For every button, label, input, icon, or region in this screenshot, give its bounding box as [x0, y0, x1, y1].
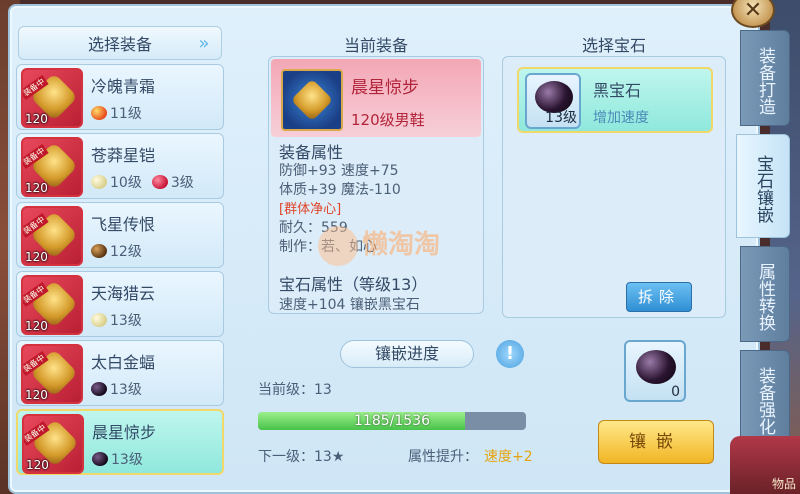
boots-icon	[281, 69, 343, 131]
equip-gems: 13级	[91, 379, 142, 399]
equip-icon: 装备中 120	[21, 68, 83, 128]
gem-name: 黑宝石	[593, 81, 642, 100]
inventory-label[interactable]: 物品	[772, 475, 796, 492]
attr-line: 体质+39 魔法-110	[279, 182, 401, 198]
current-equip-type: 120级男鞋	[351, 111, 425, 129]
black-gem-icon	[92, 452, 108, 466]
next-level: 下一级：13★	[258, 449, 345, 465]
equip-name: 苍莽星铠	[91, 146, 156, 165]
equip-name: 冷魄青霜	[91, 77, 156, 96]
brown-gem-icon	[91, 244, 107, 258]
owned-gem-count: 0	[671, 384, 680, 400]
equip-name: 晨星惊步	[92, 423, 157, 442]
progress-text: 1185/1536	[354, 413, 430, 429]
gem-level: 13级	[111, 452, 143, 468]
equip-icon: 装备中 120	[21, 137, 83, 197]
tab-forge[interactable]: 装备打造	[740, 30, 790, 126]
current-equip-title: 当前装备	[343, 36, 408, 55]
equip-list-item[interactable]: 装备中 120 天海猎云 13级	[16, 271, 224, 337]
black-gem-icon	[91, 382, 107, 396]
double-arrow-icon[interactable]: »	[193, 33, 215, 55]
gem-level: 13级	[545, 110, 577, 126]
select-gem-title: 选择宝石	[581, 36, 646, 55]
gem-list-item[interactable]: 13级 黑宝石 增加速度	[517, 67, 713, 133]
equip-level: 120	[25, 250, 48, 264]
black-gem-icon	[636, 350, 676, 384]
maker: 制作：若、如心	[279, 239, 377, 255]
equip-list-header-label: 选择装备	[87, 35, 152, 54]
gem-list-panel: 13级 黑宝石 增加速度	[502, 56, 726, 318]
current-equip-card: 晨星惊步 120级男鞋 装备属性 防御+93 速度+75 体质+39 魔法-11…	[268, 56, 484, 314]
equip-level: 120	[25, 181, 48, 195]
equip-name: 太白金蝠	[91, 353, 156, 372]
inlay-progress-label: 镶嵌进度	[340, 340, 474, 368]
inlay-progress-bar: 1185/1536	[258, 412, 526, 430]
tab-gem-inlay[interactable]: 宝石镶嵌	[736, 134, 790, 238]
tab-attr-convert[interactable]: 属性转换	[740, 246, 790, 342]
corner-decoration: 物品	[730, 436, 800, 494]
attr-increase-value: 速度+2	[484, 449, 533, 465]
durability: 耐久：559	[279, 220, 348, 236]
equip-icon: 装备中 120	[22, 414, 84, 474]
gem-level: 13级	[110, 313, 142, 329]
fire-gem-icon	[91, 106, 107, 120]
pearl-gem-icon	[91, 175, 107, 189]
info-icon[interactable]: !	[496, 340, 524, 368]
equip-list-item[interactable]: 装备中 120 太白金蝠 13级	[16, 340, 224, 406]
equip-name: 飞星传恨	[91, 215, 156, 234]
close-icon: ✕	[743, 0, 763, 23]
equip-level: 120	[26, 458, 49, 472]
equip-icon: 装备中 120	[21, 206, 83, 266]
owned-gem-slot[interactable]: 0	[624, 340, 686, 402]
equip-level: 120	[25, 319, 48, 333]
gem-level: 13级	[110, 382, 142, 398]
gem-level: 10级	[110, 175, 142, 191]
gem-desc: 增加速度	[593, 110, 649, 126]
gem-attributes: 宝石属性（等级13） 速度+104 镶嵌黑宝石	[279, 275, 479, 313]
equip-list-header[interactable]: 选择装备 »	[18, 26, 222, 60]
current-equip-name: 晨星惊步	[351, 78, 419, 98]
equip-level: 120	[25, 388, 48, 402]
pearl-gem-icon	[91, 313, 107, 327]
equip-gems: 13级	[92, 449, 143, 469]
equip-list-item[interactable]: 装备中 120 冷魄青霜 11级	[16, 64, 224, 130]
equip-level: 120	[25, 112, 48, 126]
gem-attr-header: 宝石属性（等级13）	[279, 275, 428, 294]
equip-attributes: 装备属性 防御+93 速度+75 体质+39 魔法-110 [群体净心] 耐久：…	[279, 143, 479, 257]
gem-level: 11级	[110, 106, 142, 122]
gem-level: 3级	[170, 175, 194, 191]
gem-level: 12级	[110, 244, 142, 260]
equip-list-item[interactable]: 装备中 120 飞星传恨 12级	[16, 202, 224, 268]
attr-header: 装备属性	[279, 143, 344, 162]
equip-gems: 11级	[91, 103, 142, 123]
equip-icon: 装备中 120	[21, 344, 83, 404]
remove-button[interactable]: 拆除	[626, 282, 692, 312]
attr-increase: 属性提升： 速度+2	[408, 446, 533, 466]
current-level: 当前级：13	[258, 382, 332, 398]
gem-attr-line: 速度+104 镶嵌黑宝石	[279, 297, 420, 313]
attr-line: 防御+93 速度+75	[279, 163, 399, 179]
equip-gems: 12级	[91, 241, 142, 261]
current-equip-header: 晨星惊步 120级男鞋	[271, 59, 481, 137]
equip-list-item[interactable]: 装备中 120 苍莽星铠 10级 3级	[16, 133, 224, 199]
equip-gems: 13级	[91, 310, 142, 330]
special-skill: [群体净心]	[279, 202, 342, 217]
equip-list-item-selected[interactable]: 装备中 120 晨星惊步 13级	[16, 409, 224, 475]
ruby-gem-icon	[151, 175, 168, 189]
equip-gems: 10级 3级	[91, 172, 194, 192]
inlay-button[interactable]: 镶嵌	[598, 420, 714, 464]
equip-name: 天海猎云	[91, 284, 156, 303]
equip-icon: 装备中 120	[21, 275, 83, 335]
gem-slot: 13级	[525, 73, 581, 129]
tab-enhance[interactable]: 装备强化	[740, 350, 790, 446]
attr-increase-label: 属性提升：	[408, 449, 478, 465]
